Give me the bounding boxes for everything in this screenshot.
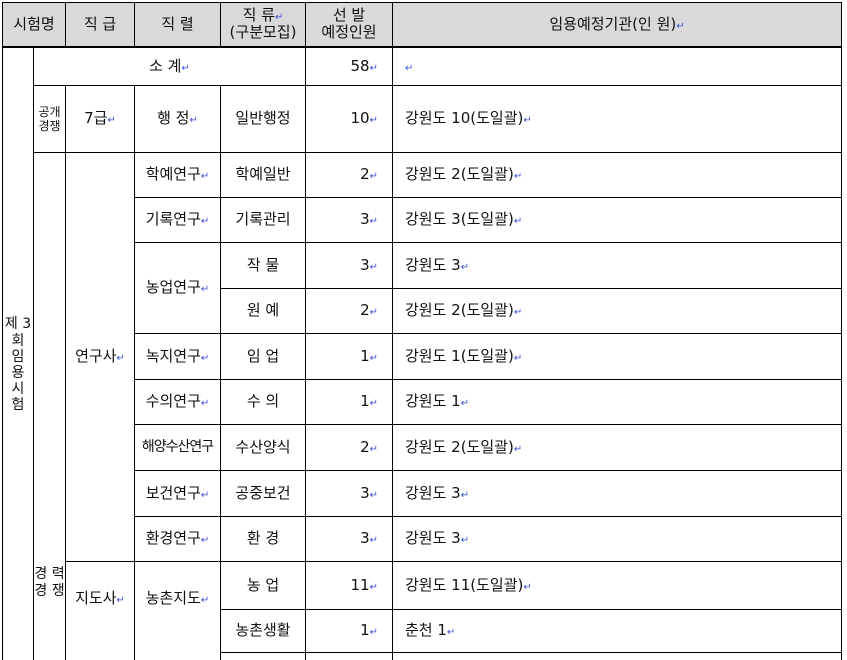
subtotal-label: 소 계↵	[33, 46, 306, 86]
header-row: 시험명 직 급 직 렬 직 류↵ (구분모집) 선 발 예정인원 임용예정기관(인 …	[2, 2, 842, 48]
agency-cell: 강원도 1(도일괄)↵	[392, 333, 842, 380]
series-cell-rural-guidance: 농촌지도↵	[134, 561, 221, 660]
table-row: 공개경쟁 7급↵ 행 정↵ 일반행정 10↵ 강원도 10(도일괄)↵	[3, 85, 842, 153]
header-grade: 직 급	[65, 2, 135, 48]
table-row: 경 력 경 쟁 연구사↵ 학예연구↵ 학예일반 2↵ 강원도 2(도일괄)↵	[3, 152, 842, 660]
series-cell: 학예연구↵	[134, 152, 221, 198]
agency-cell: 강원도 10(도일괄)↵	[392, 85, 842, 153]
count-cell: 3↵	[305, 516, 393, 562]
class-cell: 농촌생활	[220, 609, 306, 653]
header-count: 선 발 예정인원	[305, 2, 393, 48]
class-cell: 수산양식	[220, 424, 306, 471]
class-cell: 임 업	[220, 333, 306, 380]
header-agency: 임용예정기관(인 원)↵	[392, 2, 842, 48]
exam-name-cell: 제 3 회 임 용 시 험	[2, 46, 34, 660]
count-cell: 2↵	[305, 152, 393, 198]
agency-cell: 강원도 1↵	[392, 379, 842, 425]
grade-cell-instructor: 지도사↵	[65, 561, 135, 660]
class-cell: 농 업	[220, 561, 306, 610]
series-cell: 기록연구↵	[134, 197, 221, 243]
class-cell: 원 예	[220, 288, 306, 334]
document-page: 시험명 직 급 직 렬 직 류↵ (구분모집) 선 발 예정인원 임용예정기관(인 …	[0, 0, 847, 660]
recruitment-table: 시험명 직 급 직 렬 직 류↵ (구분모집) 선 발 예정인원 임용예정기관(인 …	[2, 2, 842, 660]
count-cell: 1↵	[305, 333, 393, 380]
count-cell: 3↵	[305, 242, 393, 289]
class-cell: 환 경	[220, 516, 306, 562]
class-cell	[220, 652, 306, 660]
agency-cell: 강원도 3↵	[392, 242, 842, 289]
class-cell: 일반행정	[220, 85, 306, 153]
count-cell: 10↵	[305, 85, 393, 153]
series-cell: 보건연구↵	[134, 470, 221, 517]
series-cell: 환경연구↵	[134, 516, 221, 562]
series-cell: 수의연구↵	[134, 379, 221, 425]
open-competition-label: 공개경쟁	[33, 85, 66, 153]
grade-cell: 7급↵	[65, 85, 135, 153]
header-series: 직 렬	[134, 2, 221, 48]
series-cell-agri-research: 농업연구↵	[134, 242, 221, 334]
agency-cell: 강원도 2(도일괄)↵	[392, 424, 842, 471]
series-cell: 녹지연구↵	[134, 333, 221, 380]
grade-cell-researcher: 연구사↵	[65, 152, 135, 562]
count-cell: 2↵	[305, 288, 393, 334]
subtotal-agency: ↵	[392, 46, 842, 86]
count-cell: 2↵	[305, 424, 393, 471]
agency-cell	[392, 652, 842, 660]
count-cell: 1↵	[305, 379, 393, 425]
series-cell: 해양수산연구	[134, 424, 221, 471]
subtotal-count: 58↵	[305, 46, 393, 86]
class-cell: 작 물	[220, 242, 306, 289]
count-cell: 3↵	[305, 470, 393, 517]
count-cell: 1↵	[305, 609, 393, 653]
table-row: 지도사↵ 농촌지도↵ 농 업 11↵ 강원도 11(도일괄)↵	[3, 561, 842, 660]
count-cell	[305, 652, 393, 660]
count-cell: 3↵	[305, 197, 393, 243]
agency-cell: 춘천 1↵	[392, 609, 842, 653]
subtotal-row: 제 3 회 임 용 시 험 소 계↵ 58↵ ↵	[2, 46, 842, 660]
header-class: 직 류↵ (구분모집)	[220, 2, 306, 48]
count-cell: 11↵	[305, 561, 393, 610]
agency-cell: 강원도 2(도일괄)↵	[392, 152, 842, 198]
agency-cell: 강원도 3(도일괄)↵	[392, 197, 842, 243]
agency-cell: 강원도 11(도일괄)↵	[392, 561, 842, 610]
agency-cell: 강원도 3↵	[392, 470, 842, 517]
career-competition-label: 경 력 경 쟁	[33, 152, 66, 660]
class-cell: 공중보건	[220, 470, 306, 517]
class-cell: 수 의	[220, 379, 306, 425]
header-exam: 시험명	[2, 2, 66, 48]
agency-cell: 강원도 3↵	[392, 516, 842, 562]
series-cell: 행 정↵	[134, 85, 221, 153]
class-cell: 기록관리	[220, 197, 306, 243]
class-cell: 학예일반	[220, 152, 306, 198]
agency-cell: 강원도 2(도일괄)↵	[392, 288, 842, 334]
